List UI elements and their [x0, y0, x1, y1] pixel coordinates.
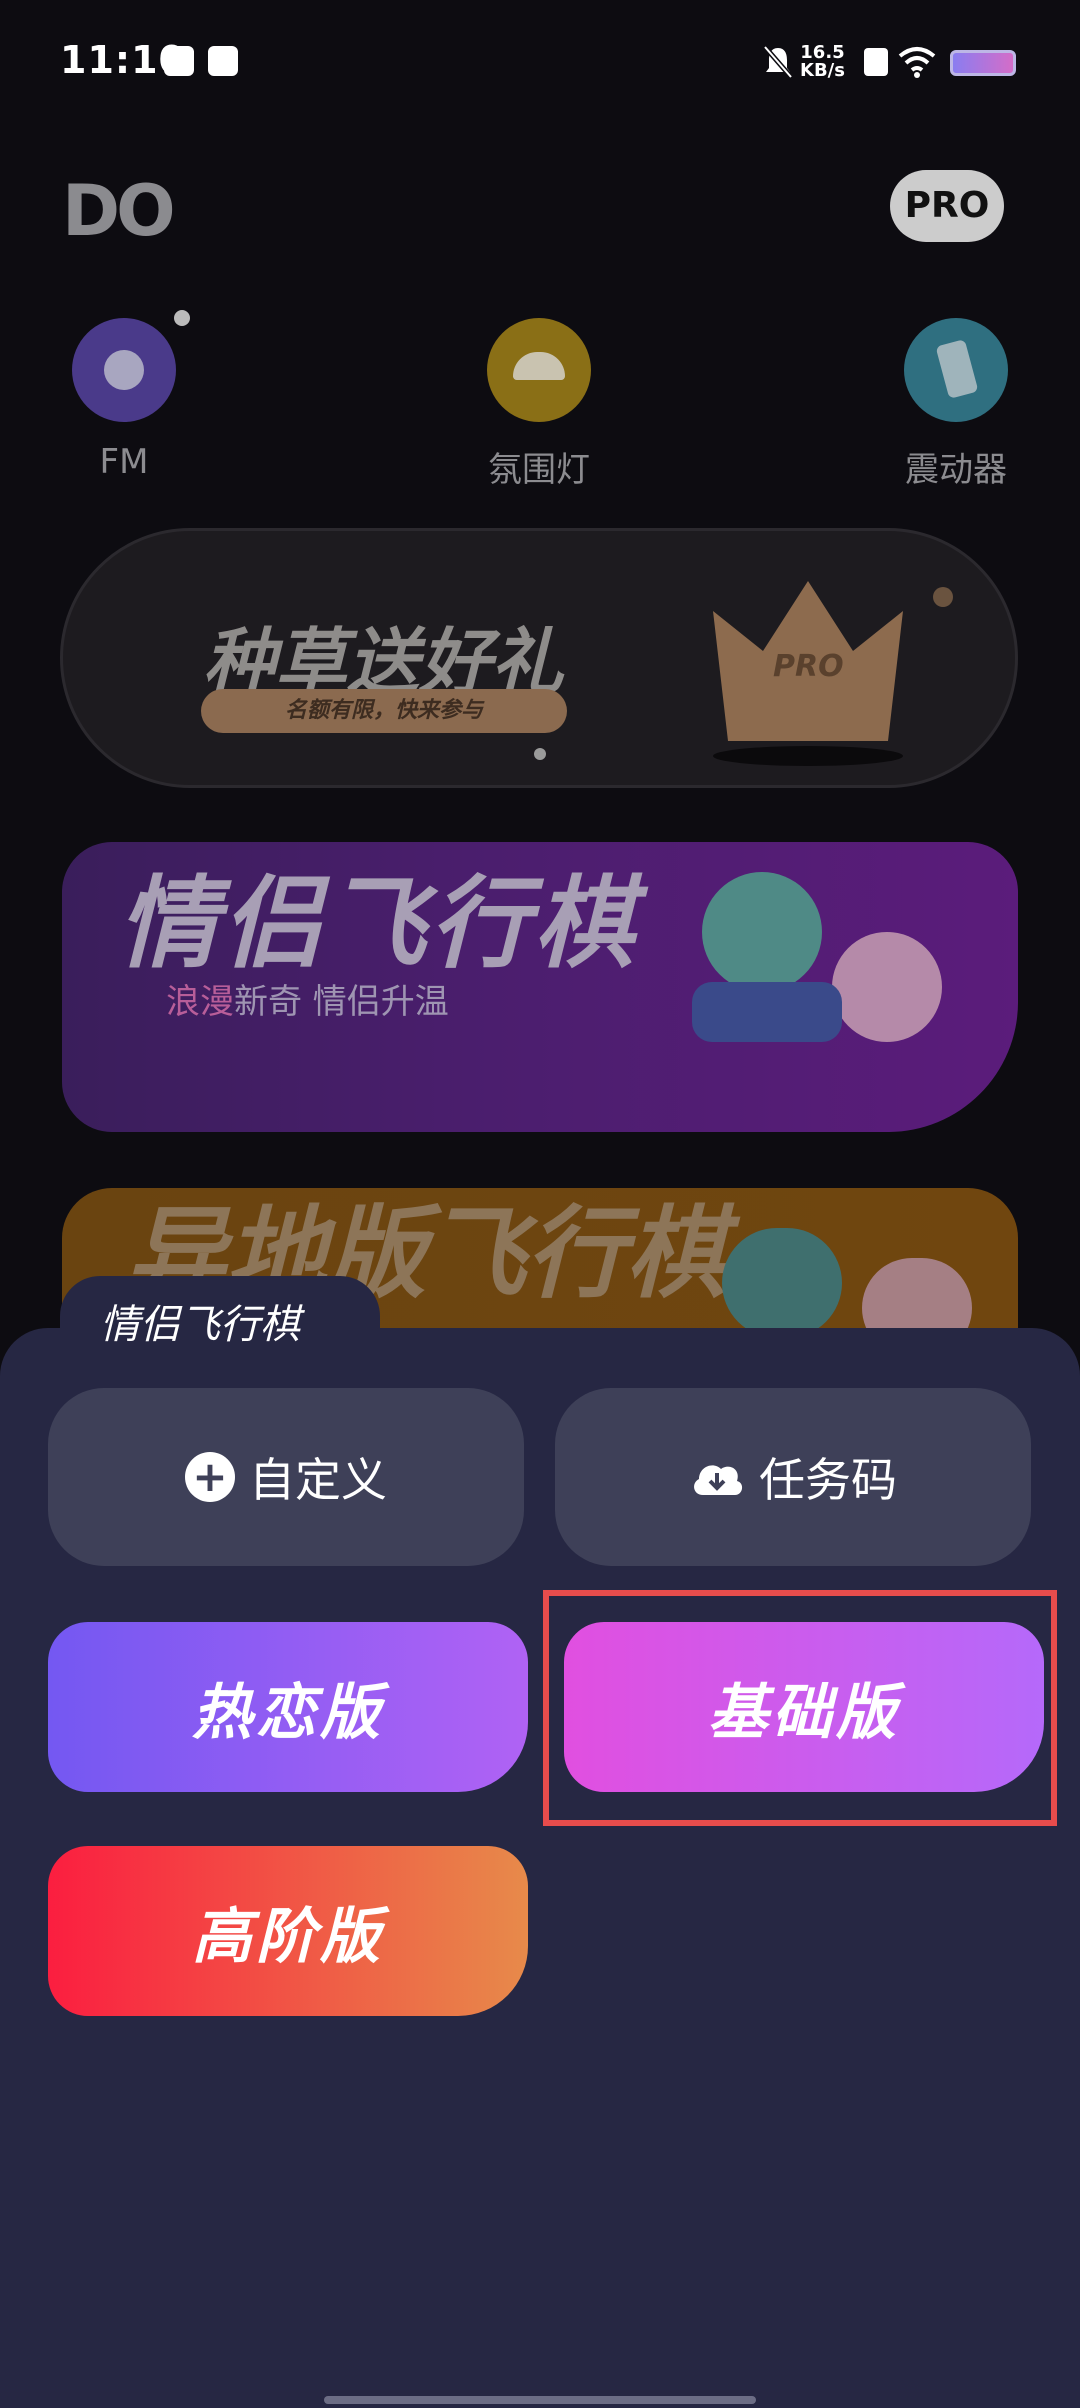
lamp-icon [487, 318, 591, 422]
task-code-button-label: 任务码 [759, 1453, 897, 1507]
chess-piece-icon [722, 1228, 842, 1338]
tool-fm[interactable]: FM [54, 310, 194, 482]
network-speed: 16.5 KB/s [800, 44, 845, 80]
decor-dot [933, 587, 953, 607]
tool-ambient-light[interactable]: 氛围灯 [469, 318, 609, 491]
record-player-icon [72, 310, 190, 422]
task-code-button[interactable]: 任务码 [555, 1388, 1031, 1566]
chess-piece-icon [832, 932, 942, 1042]
home-indicator[interactable] [324, 2396, 756, 2404]
sim-off-icon [864, 48, 888, 76]
sheet-title: 情侣飞行棋 [100, 1302, 300, 1348]
mode-advanced-button[interactable]: 高阶版 [48, 1846, 528, 2016]
app-logo: DO [62, 170, 176, 252]
cloud-download-icon [694, 1465, 743, 1495]
mute-bell-icon [763, 45, 793, 79]
custom-button-label: 自定义 [249, 1453, 387, 1507]
tool-ambient-light-label: 氛围灯 [488, 450, 590, 490]
subtitle-highlight: 浪漫 [166, 982, 234, 1022]
game-card-couple-ludo[interactable]: 情侣飞行棋 浪漫新奇 情侣升温 [62, 842, 1018, 1132]
selection-highlight [543, 1590, 1057, 1826]
plus-circle-icon: + [185, 1452, 235, 1502]
chess-piece-icon [702, 872, 822, 992]
tool-vibrator-label: 震动器 [905, 450, 1007, 490]
game-card-1-title: 情侣飞行棋 [118, 865, 638, 982]
game-card-1-subtitle: 浪漫新奇 情侣升温 [166, 974, 449, 1023]
tool-fm-label: FM [99, 442, 149, 482]
tool-vibrator[interactable]: 震动器 [886, 318, 1026, 491]
subtitle-rest: 新奇 情侣升温 [234, 982, 449, 1022]
calendar-notification-icon [208, 46, 238, 76]
crown-label: PRO [773, 649, 844, 684]
promo-pill: 名额有限，快来参与 [201, 689, 567, 733]
vibrating-phone-icon [904, 318, 1008, 422]
chess-base-icon [692, 982, 842, 1042]
carousel-indicator [534, 748, 546, 760]
mail-notification-icon [164, 46, 194, 76]
pro-button[interactable]: PRO [890, 170, 1004, 242]
battery-icon [950, 50, 1016, 76]
network-speed-unit: KB/s [800, 60, 845, 81]
mode-hot-love-button[interactable]: 热恋版 [48, 1622, 528, 1792]
custom-button[interactable]: + 自定义 [48, 1388, 524, 1566]
wifi-icon [898, 47, 936, 78]
